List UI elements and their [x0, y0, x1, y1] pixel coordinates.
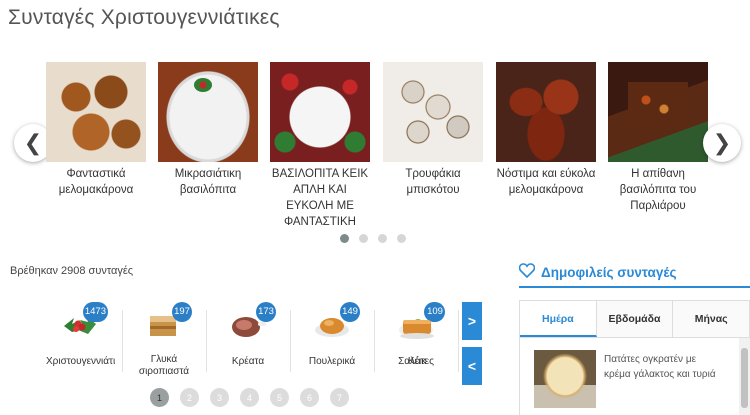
vasilopita-photo[interactable] [158, 62, 258, 162]
category-label[interactable]: Χριστουγεννιάτι [46, 356, 115, 368]
carousel-card[interactable]: Τρουφάκια μπισκότου [382, 62, 484, 198]
popular-item[interactable]: Πατάτες ογκρατέν με κρέμα γάλακτος και τ… [534, 350, 724, 408]
page-button[interactable]: 6 [300, 388, 319, 407]
meat-icon: 173 [228, 302, 276, 342]
popular-title: Δημοφιλείς συνταγές [541, 264, 677, 280]
carousel-card-caption[interactable]: Μικρασιάτικη βασιλόπιτα [157, 166, 259, 198]
category-count-badge: 197 [172, 302, 192, 322]
category-prev-button[interactable]: < [462, 347, 482, 385]
recipe-carousel: ❮ Φανταστικά μελομακάρονα Μικρασιάτικη β… [0, 62, 750, 247]
pagination: 1 2 3 4 5 6 7 [150, 388, 349, 407]
carousel-card-caption[interactable]: Νόστιμα και εύκολα μελομακάρονα [495, 166, 597, 198]
category-divider [374, 310, 375, 372]
melomakarona-photo[interactable] [46, 62, 146, 162]
tab-day[interactable]: Ημέρα [520, 301, 597, 337]
carousel-dot[interactable] [359, 234, 368, 243]
carousel-dot[interactable] [378, 234, 387, 243]
carousel-card[interactable]: Η απίθανη βασιλόπιτα του Παρλιάρου [607, 62, 709, 214]
page-title: Συνταγές Χριστουγεννιάτικες [8, 6, 280, 29]
carousel-card-caption[interactable]: ΒΑΣΙΛΟΠΙΤΑ ΚΕΙΚ ΑΠΛΗ ΚΑΙ ΕΥΚΟΛΗ ΜΕ ΦΑΝΤΑ… [269, 166, 371, 230]
page-button[interactable]: 7 [330, 388, 349, 407]
holly-icon: 1473 [60, 302, 108, 342]
carousel-dots [340, 234, 406, 243]
category-label[interactable]: Γλυκά σιροπιαστά [130, 354, 198, 378]
scrollbar-thumb[interactable] [741, 348, 748, 408]
cake-icon: 109 [397, 302, 445, 342]
category-label[interactable]: Κρέατα [214, 356, 282, 368]
chicken-icon: 149 [312, 302, 360, 342]
category-divider [122, 310, 123, 372]
popular-list: Πατάτες ογκρατέν με κρέμα γάλακτος και τ… [519, 338, 750, 415]
category-christmas[interactable]: 1473 Χριστουγεννιάτι [46, 302, 115, 378]
gratin-photo[interactable] [534, 350, 596, 408]
page-button[interactable]: 3 [210, 388, 229, 407]
category-meat[interactable]: 173 Κρέατα [214, 302, 282, 378]
popular-divider [519, 286, 750, 288]
tab-month[interactable]: Μήνας [673, 301, 749, 337]
category-count-badge: 149 [340, 302, 360, 322]
carousel-card[interactable]: Μικρασιάτικη βασιλόπιτα [157, 62, 259, 198]
page-button[interactable]: 5 [270, 388, 289, 407]
category-next-button[interactable]: > [462, 302, 482, 340]
category-count-badge: 109 [425, 302, 445, 322]
category-syrup-sweets[interactable]: 197 Γλυκά σιροπιαστά [130, 302, 198, 378]
popular-scrollbar[interactable] [739, 338, 750, 415]
category-divider [290, 310, 291, 372]
category-label[interactable]: Πουλερικά [298, 356, 366, 368]
popular-tabs: Ημέρα Εβδομάδα Μήνας [519, 300, 750, 338]
vasilopita-parliarou-photo[interactable] [608, 62, 708, 162]
carousel-card-caption[interactable]: Τρουφάκια μπισκότου [382, 166, 484, 198]
category-divider [458, 310, 459, 372]
carousel-card-caption[interactable]: Φανταστικά μελομακάρονα [45, 166, 147, 198]
popular-item-title[interactable]: Πατάτες ογκρατέν με κρέμα γάλακτος και τ… [604, 352, 724, 382]
vasilopita-keik-photo[interactable] [270, 62, 370, 162]
melomakarona-2-photo[interactable] [496, 62, 596, 162]
carousel-card[interactable]: ΒΑΣΙΛΟΠΙΤΑ ΚΕΙΚ ΑΠΛΗ ΚΑΙ ΕΥΚΟΛΗ ΜΕ ΦΑΝΤΑ… [269, 62, 371, 230]
troufakia-photo[interactable] [383, 62, 483, 162]
carousel-next-button[interactable]: ❯ [703, 124, 741, 162]
page-button[interactable]: 2 [180, 388, 199, 407]
category-count-badge: 173 [256, 302, 276, 322]
page-button[interactable]: 4 [240, 388, 259, 407]
category-label[interactable]: Κέικ [383, 356, 451, 368]
carousel-dot[interactable] [397, 234, 406, 243]
popular-header: Δημοφιλείς συνταγές [518, 263, 677, 281]
carousel-dot[interactable] [340, 234, 349, 243]
cake-slice-icon: 197 [144, 302, 192, 342]
category-count-badge: 1473 [82, 302, 108, 322]
category-divider [206, 310, 207, 372]
page-button[interactable]: 1 [150, 388, 169, 407]
heart-icon [518, 263, 536, 281]
results-count: Βρέθηκαν 2908 συνταγές [10, 265, 134, 277]
tab-week[interactable]: Εβδομάδα [597, 301, 674, 337]
category-poultry[interactable]: 149 Πουλερικά [298, 302, 366, 378]
carousel-card[interactable]: Φανταστικά μελομακάρονα [45, 62, 147, 198]
carousel-card[interactable]: Νόστιμα και εύκολα μελομακάρονα [495, 62, 597, 198]
carousel-card-caption[interactable]: Η απίθανη βασιλόπιτα του Παρλιάρου [607, 166, 709, 214]
category-cake[interactable]: 109 Κέικ [383, 302, 451, 378]
